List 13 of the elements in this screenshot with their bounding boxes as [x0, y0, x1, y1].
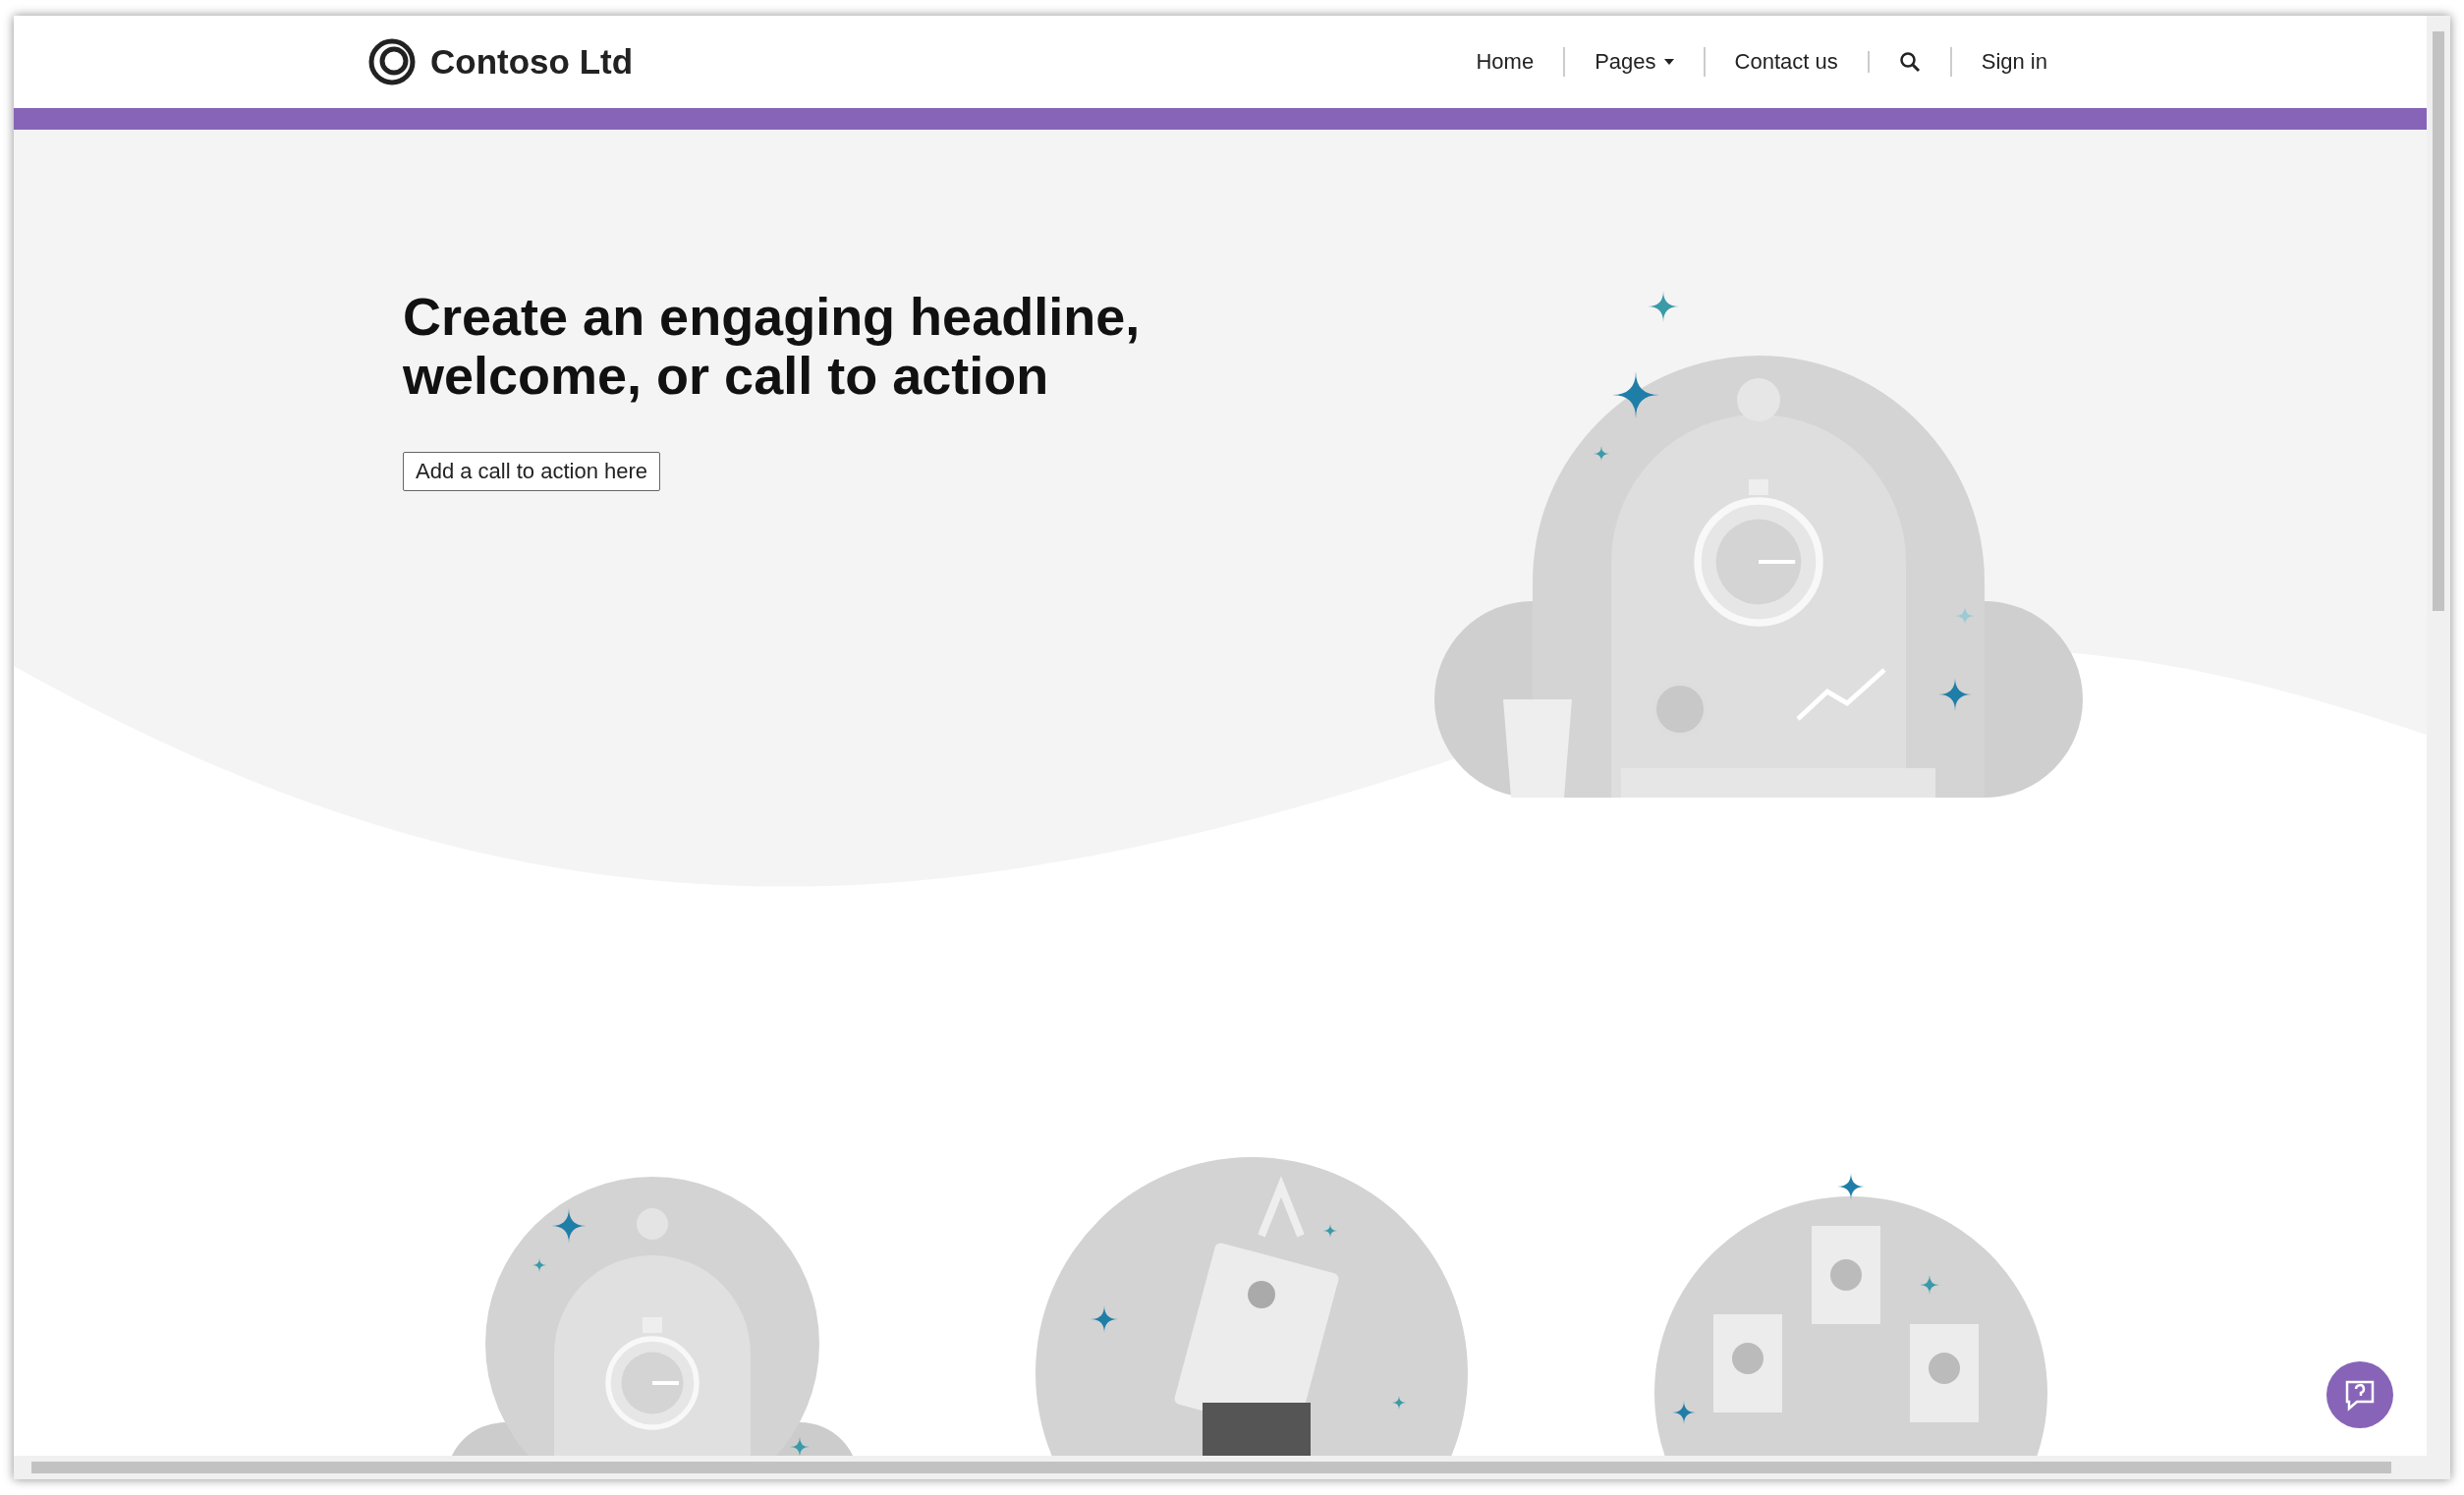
nav-link[interactable]: Contact us [1703, 47, 1868, 77]
chat-help-icon [2343, 1378, 2377, 1412]
caret-icon [1663, 59, 1674, 65]
nav-link[interactable]: Home [1446, 47, 1564, 77]
nav-dropdown[interactable]: Pages [1563, 47, 1704, 77]
nav-link[interactable]: Sign in [1949, 47, 2077, 77]
horizontal-scrollbar[interactable] [14, 1456, 2450, 1479]
brand-name: Contoso Ltd [430, 42, 634, 82]
vertical-scrollbar[interactable] [2427, 16, 2450, 1456]
logo-icon [367, 37, 417, 86]
search-icon [1898, 51, 1921, 73]
hero-headline: Create an engaging headline, welcome, or call to action [403, 287, 1141, 405]
call-to-action-button[interactable]: Add a call to action here [403, 452, 661, 491]
